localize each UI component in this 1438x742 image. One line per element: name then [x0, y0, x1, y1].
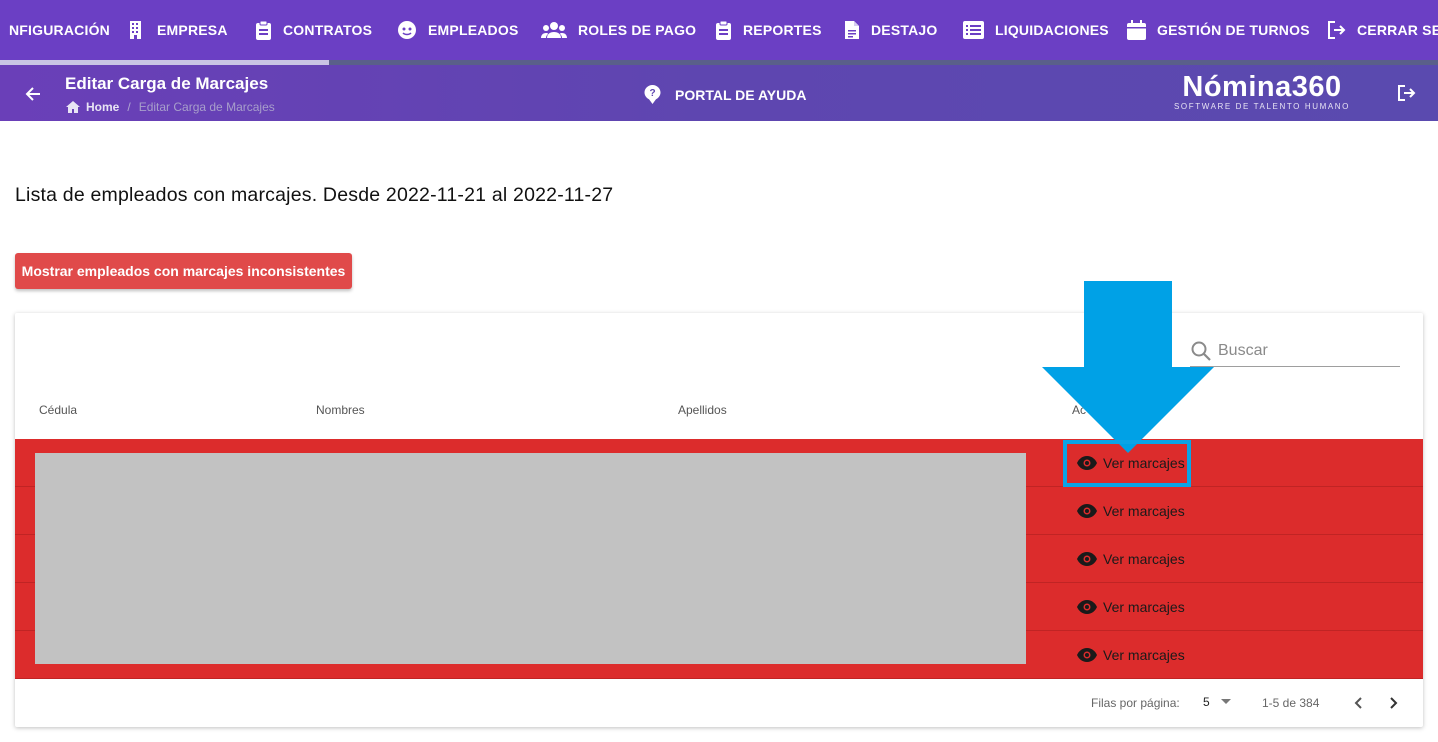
- breadcrumb-current: Editar Carga de Marcajes: [138, 100, 275, 114]
- list-icon: [963, 21, 984, 39]
- list-title: Lista de empleados con marcajes. Desde 2…: [15, 184, 614, 206]
- nav-item-label: DESTAJO: [871, 22, 938, 38]
- logo-wordmark: Nómina360: [1182, 71, 1342, 103]
- caret-down-icon[interactable]: [1220, 696, 1232, 706]
- brand-logo: Nómina360 SOFTWARE DE TALENTO HUMANO: [1172, 70, 1352, 111]
- svg-text:?: ?: [649, 88, 655, 99]
- nav-item-label: CERRAR SE: [1357, 22, 1438, 38]
- group-icon: [541, 22, 567, 38]
- column-header-apellidos[interactable]: Apellidos: [678, 403, 727, 417]
- building-icon: [130, 21, 141, 39]
- breadcrumb-home[interactable]: Home: [86, 100, 119, 114]
- view-marks-button[interactable]: Ver marcajes: [1077, 631, 1185, 678]
- annotation-arrow: [1042, 281, 1214, 453]
- document-icon: [845, 21, 859, 39]
- home-icon: [66, 101, 80, 113]
- nav-item-contratos[interactable]: CONTRATOS: [255, 0, 372, 60]
- nav-item-liquidaciones[interactable]: LIQUIDACIONES: [963, 0, 1109, 60]
- nav-item-cerrar-sesion[interactable]: CERRAR SE: [1327, 0, 1438, 60]
- calendar-icon: [1127, 20, 1146, 40]
- nav-item-label: NFIGURACIÓN: [9, 22, 110, 38]
- rows-per-page-label: Filas por página:: [1091, 696, 1180, 710]
- eye-icon: [1077, 551, 1097, 566]
- logout-icon: [1328, 21, 1346, 39]
- nav-item-label: GESTIÓN DE TURNOS: [1157, 22, 1310, 38]
- arrow-left-icon: [25, 87, 40, 101]
- view-marks-label: Ver marcajes: [1103, 502, 1185, 519]
- column-header-cedula[interactable]: Cédula: [39, 403, 77, 417]
- help-portal-label: PORTAL DE AYUDA: [675, 86, 807, 103]
- nav-item-label: REPORTES: [743, 22, 822, 38]
- breadcrumb: Home / Editar Carga de Marcajes: [66, 100, 275, 114]
- chevron-right-icon[interactable]: [1383, 693, 1403, 713]
- nav-item-empleados[interactable]: EMPLEADOS: [397, 0, 518, 60]
- help-portal-link[interactable]: ? PORTAL DE AYUDA: [644, 85, 806, 104]
- view-marks-button[interactable]: Ver marcajes: [1077, 487, 1185, 534]
- nav-item-configuracion[interactable]: NFIGURACIÓN: [9, 0, 110, 60]
- top-navigation: NFIGURACIÓN EMPRESA CONTRATOS EMPLEADOS …: [0, 0, 1438, 60]
- breadcrumb-separator: /: [127, 100, 131, 114]
- nav-item-label: ROLES DE PAGO: [578, 22, 697, 38]
- nav-item-empresa[interactable]: EMPRESA: [128, 0, 228, 60]
- eye-icon: [1077, 599, 1097, 614]
- nav-item-roles-de-pago[interactable]: ROLES DE PAGO: [541, 0, 696, 60]
- nav-item-label: EMPLEADOS: [428, 22, 519, 38]
- clipboard-icon: [716, 20, 731, 40]
- logo-tagline: SOFTWARE DE TALENTO HUMANO: [1174, 102, 1350, 111]
- logout-button[interactable]: [1396, 83, 1418, 105]
- eye-icon: [1077, 503, 1097, 518]
- view-marks-button[interactable]: Ver marcajes: [1077, 535, 1185, 582]
- table-pagination: Filas por página: 5 1-5 de 384: [15, 679, 1423, 727]
- page-header: Editar Carga de Marcajes Home / Editar C…: [0, 65, 1438, 121]
- logout-icon: [1398, 85, 1416, 101]
- view-marks-label: Ver marcajes: [1103, 646, 1185, 663]
- view-marks-label: Ver marcajes: [1103, 598, 1185, 615]
- show-inconsistent-button[interactable]: Mostrar empleados con marcajes inconsist…: [15, 253, 352, 289]
- view-marks-label: Ver marcajes: [1103, 550, 1185, 567]
- redacted-employee-data: [35, 453, 1026, 664]
- nav-item-gestion-de-turnos[interactable]: GESTIÓN DE TURNOS: [1127, 0, 1310, 60]
- page-title: Editar Carga de Marcajes: [65, 74, 269, 93]
- back-button[interactable]: [22, 83, 44, 105]
- nav-item-label: LIQUIDACIONES: [995, 22, 1109, 38]
- face-icon: [398, 21, 416, 39]
- search-input[interactable]: Buscar: [1218, 342, 1268, 360]
- help-icon: ?: [644, 85, 661, 104]
- column-header-nombres[interactable]: Nombres: [316, 403, 365, 417]
- view-marks-button[interactable]: Ver marcajes: [1077, 583, 1185, 630]
- clipboard-icon: [256, 20, 271, 40]
- search-field[interactable]: Buscar: [1190, 335, 1400, 367]
- pagination-range: 1-5 de 384: [1262, 696, 1320, 710]
- rows-per-page-select[interactable]: 5: [1203, 695, 1210, 709]
- eye-icon: [1077, 647, 1097, 662]
- annotation-highlight-box: [1063, 440, 1191, 487]
- nav-item-label: CONTRATOS: [283, 22, 373, 38]
- nav-item-reportes[interactable]: REPORTES: [715, 0, 822, 60]
- nav-item-label: EMPRESA: [157, 22, 228, 38]
- nav-item-destajo[interactable]: DESTAJO: [844, 0, 938, 60]
- chevron-left-icon[interactable]: [1349, 693, 1369, 713]
